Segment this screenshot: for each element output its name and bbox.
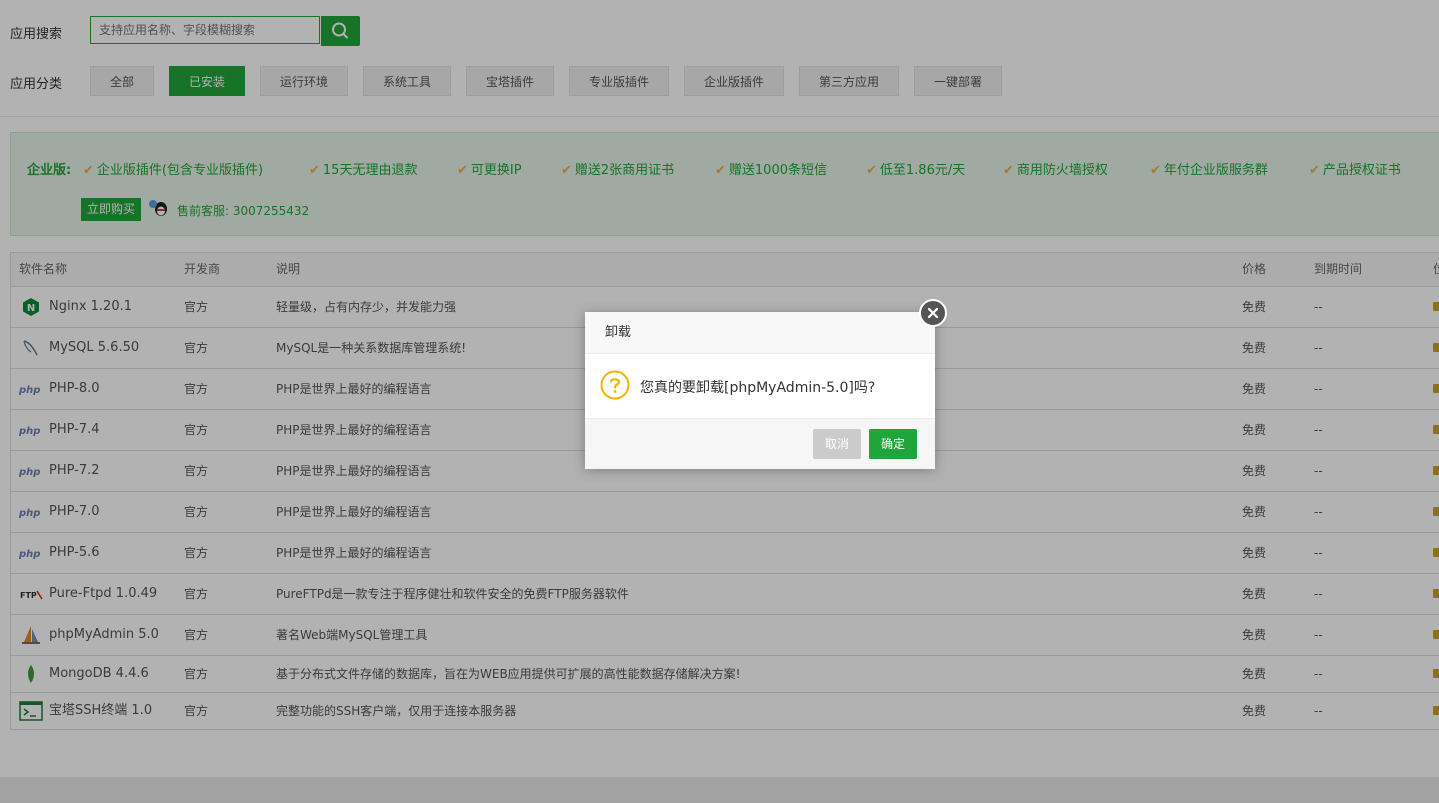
confirm-button[interactable]: 确定 (869, 429, 917, 459)
question-icon (600, 370, 630, 400)
close-dialog-button[interactable] (919, 299, 947, 327)
dialog-message: 您真的要卸载[phpMyAdmin-5.0]吗? (640, 380, 876, 396)
uninstall-dialog: 卸载 您真的要卸载[phpMyAdmin-5.0]吗? 取消 确定 (585, 312, 935, 469)
close-icon (927, 307, 939, 319)
dialog-title: 卸载 (585, 312, 935, 354)
dialog-body: 您真的要卸载[phpMyAdmin-5.0]吗? (585, 354, 935, 418)
cancel-button[interactable]: 取消 (813, 429, 861, 459)
dialog-footer: 取消 确定 (585, 418, 935, 469)
